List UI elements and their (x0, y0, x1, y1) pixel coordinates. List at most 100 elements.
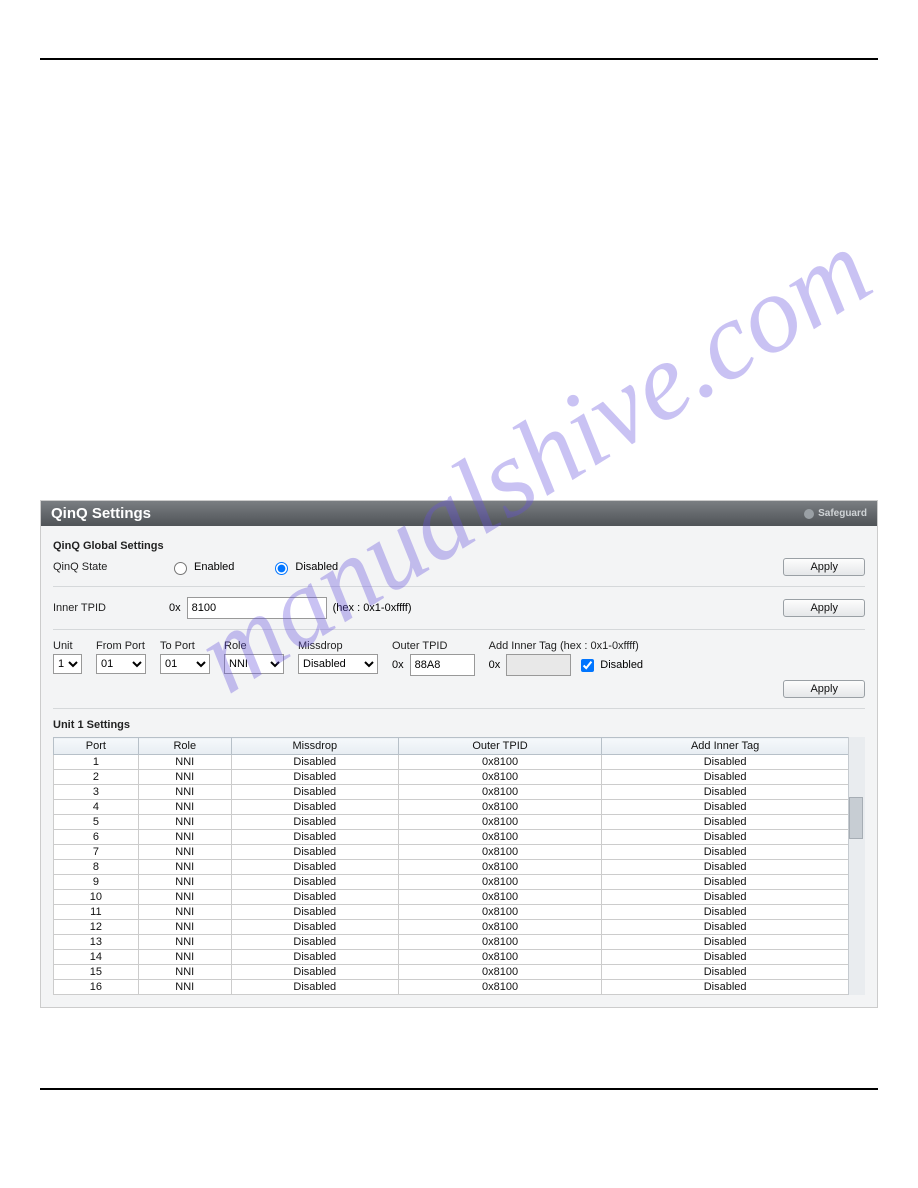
safeguard-label: Safeguard (818, 508, 867, 519)
qinq-settings-panel: QinQ Settings Safeguard QinQ Global Sett… (40, 500, 878, 1008)
table-cell: Disabled (231, 875, 398, 890)
unit-label: Unit (53, 640, 73, 652)
table-row: 10NNIDisabled0x8100Disabled (54, 890, 849, 905)
table-cell: 12 (54, 920, 139, 935)
table-cell: 11 (54, 905, 139, 920)
table-cell: Disabled (602, 875, 849, 890)
disabled-label: Disabled (295, 561, 338, 573)
table-cell: 5 (54, 815, 139, 830)
table-cell: Disabled (231, 785, 398, 800)
table-cell: Disabled (231, 815, 398, 830)
table-row: 4NNIDisabled0x8100Disabled (54, 800, 849, 815)
safeguard-indicator: Safeguard (804, 508, 867, 519)
table-cell: 1 (54, 755, 139, 770)
missdrop-label: Missdrop (298, 640, 343, 652)
qinq-state-disabled-radio[interactable] (275, 562, 288, 575)
table-scrollbar[interactable] (848, 737, 865, 995)
table-cell: NNI (138, 755, 231, 770)
table-cell: Disabled (602, 770, 849, 785)
qinq-state-enabled-radio[interactable] (174, 562, 187, 575)
table-cell: 0x8100 (398, 770, 601, 785)
table-row: 5NNIDisabled0x8100Disabled (54, 815, 849, 830)
table-cell: 0x8100 (398, 920, 601, 935)
unit-select[interactable]: 1 (53, 654, 82, 674)
table-cell: NNI (138, 830, 231, 845)
table-cell: 0x8100 (398, 950, 601, 965)
inner-tpid-apply-button[interactable]: Apply (783, 599, 865, 617)
to-port-label: To Port (160, 640, 195, 652)
table-cell: 0x8100 (398, 800, 601, 815)
bottom-rule (40, 1088, 878, 1090)
table-cell: Disabled (231, 980, 398, 995)
table-cell: NNI (138, 860, 231, 875)
role-label: Role (224, 640, 247, 652)
table-cell: 0x8100 (398, 935, 601, 950)
table-cell: NNI (138, 980, 231, 995)
outer-tpid-prefix: 0x (392, 659, 404, 671)
add-inner-tag-disabled-checkbox[interactable] (581, 659, 594, 672)
table-row: 1NNIDisabled0x8100Disabled (54, 755, 849, 770)
inner-tpid-prefix: 0x (169, 602, 181, 614)
table-row: 14NNIDisabled0x8100Disabled (54, 950, 849, 965)
table-cell: Disabled (231, 755, 398, 770)
role-select[interactable]: NNI (224, 654, 284, 674)
table-cell: Disabled (602, 800, 849, 815)
port-config-apply-button[interactable]: Apply (783, 680, 865, 698)
table-cell: NNI (138, 935, 231, 950)
inner-tpid-hint: (hex : 0x1-0xffff) (333, 602, 412, 614)
table-cell: 0x8100 (398, 980, 601, 995)
table-cell: Disabled (602, 905, 849, 920)
table-row: 3NNIDisabled0x8100Disabled (54, 785, 849, 800)
col-missdrop: Missdrop (231, 738, 398, 755)
inner-tpid-input[interactable] (187, 597, 327, 619)
table-cell: NNI (138, 920, 231, 935)
table-cell: 0x8100 (398, 860, 601, 875)
col-outer-tpid: Outer TPID (398, 738, 601, 755)
table-cell: 10 (54, 890, 139, 905)
table-cell: 14 (54, 950, 139, 965)
table-row: 11NNIDisabled0x8100Disabled (54, 905, 849, 920)
table-cell: NNI (138, 890, 231, 905)
scrollbar-thumb[interactable] (849, 797, 863, 839)
table-row: 8NNIDisabled0x8100Disabled (54, 860, 849, 875)
inner-tpid-label: Inner TPID (53, 602, 163, 614)
table-cell: Disabled (602, 890, 849, 905)
table-cell: Disabled (602, 845, 849, 860)
col-role: Role (138, 738, 231, 755)
outer-tpid-input[interactable] (410, 654, 475, 676)
table-cell: 2 (54, 770, 139, 785)
add-inner-tag-disabled-label: Disabled (600, 659, 643, 671)
missdrop-select[interactable]: Disabled (298, 654, 378, 674)
table-cell: 4 (54, 800, 139, 815)
table-cell: Disabled (602, 980, 849, 995)
table-cell: 3 (54, 785, 139, 800)
table-cell: 0x8100 (398, 830, 601, 845)
table-cell: 0x8100 (398, 815, 601, 830)
table-cell: 0x8100 (398, 965, 601, 980)
outer-tpid-label: Outer TPID (392, 640, 447, 652)
table-cell: Disabled (602, 965, 849, 980)
inner-tag-prefix: 0x (489, 659, 501, 671)
table-cell: 6 (54, 830, 139, 845)
table-cell: Disabled (231, 935, 398, 950)
col-port: Port (54, 738, 139, 755)
table-cell: 8 (54, 860, 139, 875)
panel-title: QinQ Settings (51, 505, 151, 522)
table-cell: NNI (138, 875, 231, 890)
unit-settings-table: Port Role Missdrop Outer TPID Add Inner … (53, 737, 849, 995)
enabled-label: Enabled (194, 561, 234, 573)
table-cell: Disabled (602, 785, 849, 800)
global-apply-button[interactable]: Apply (783, 558, 865, 576)
to-port-select[interactable]: 01 (160, 654, 210, 674)
table-cell: Disabled (602, 815, 849, 830)
table-cell: Disabled (602, 950, 849, 965)
add-inner-tag-input (506, 654, 571, 676)
table-row: 6NNIDisabled0x8100Disabled (54, 830, 849, 845)
table-cell: 0x8100 (398, 890, 601, 905)
global-settings-heading: QinQ Global Settings (53, 540, 865, 552)
table-cell: NNI (138, 770, 231, 785)
table-cell: Disabled (602, 755, 849, 770)
table-cell: 0x8100 (398, 875, 601, 890)
table-cell: Disabled (231, 830, 398, 845)
from-port-select[interactable]: 01 (96, 654, 146, 674)
